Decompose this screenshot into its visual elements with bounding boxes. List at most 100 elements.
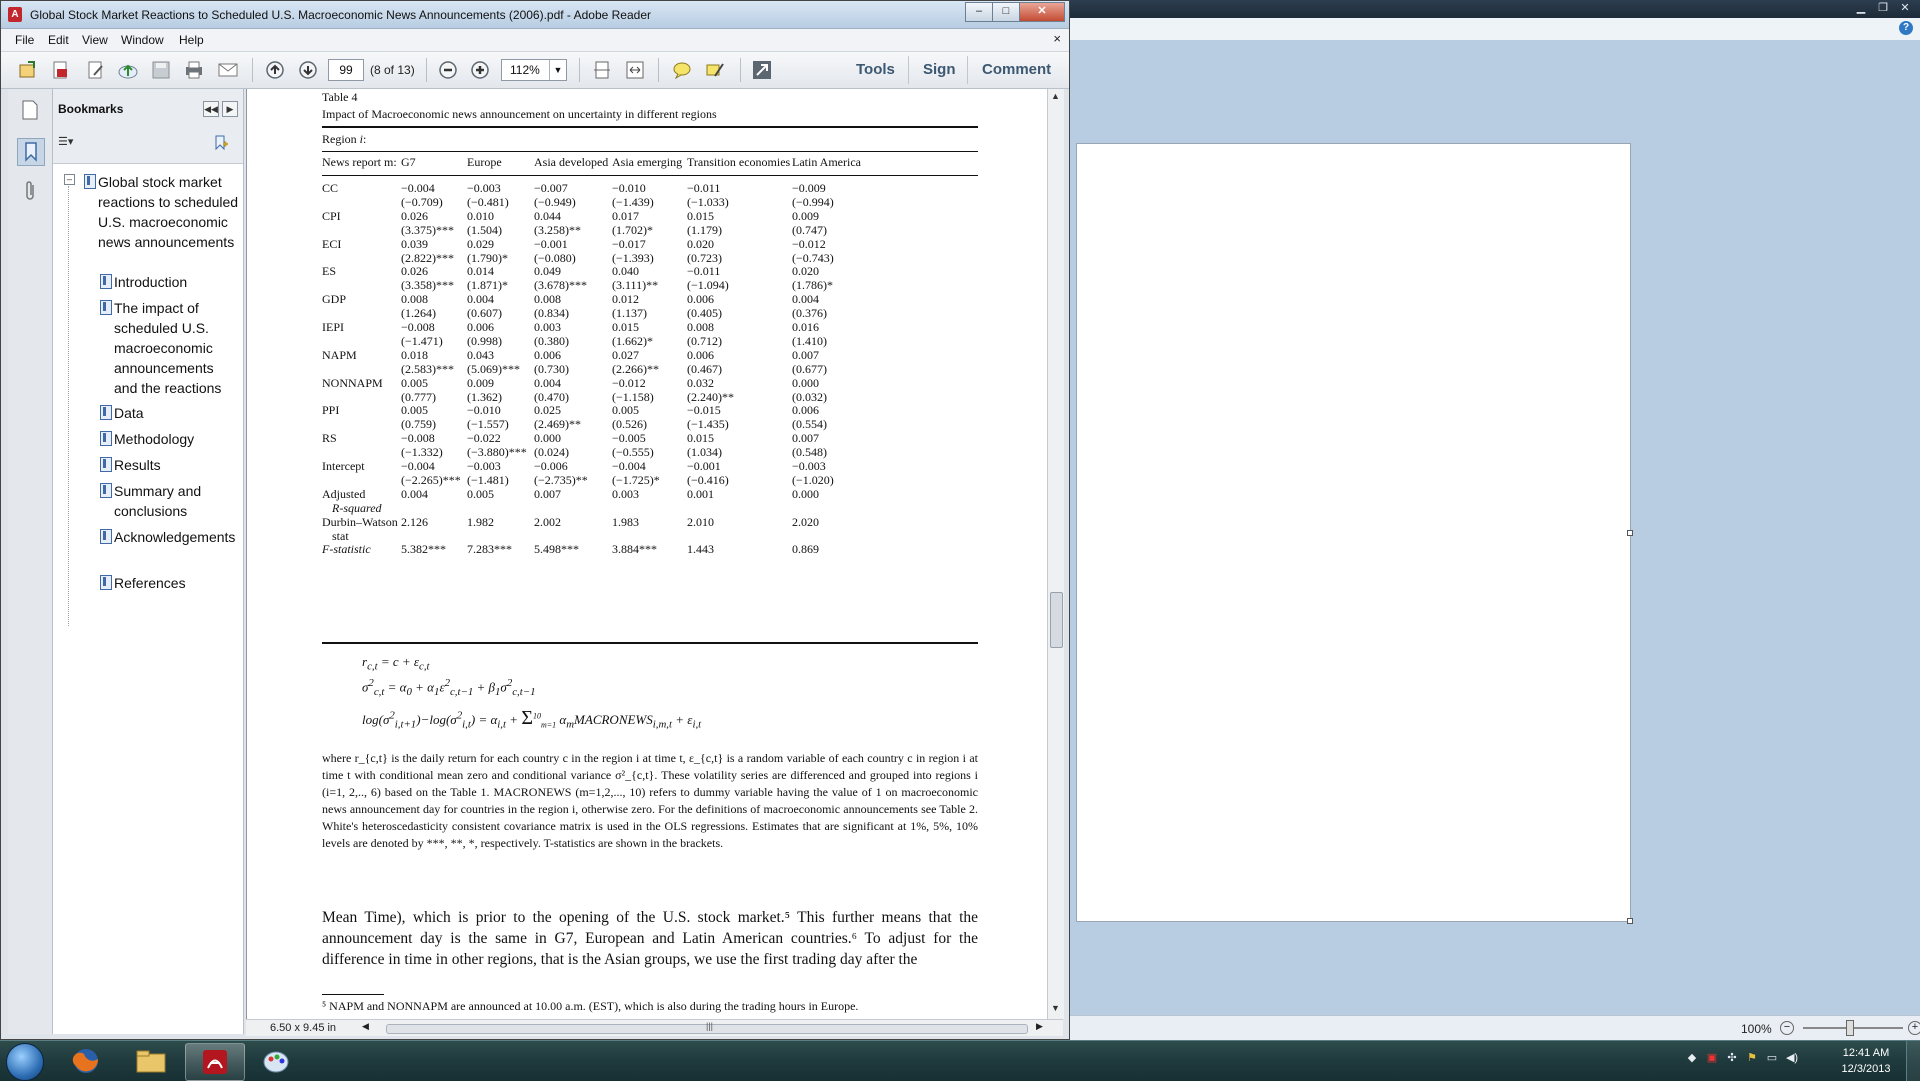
minimize-button[interactable]: – bbox=[965, 2, 993, 22]
table-cell-coefficient: 0.006 bbox=[792, 403, 819, 418]
tree-collapse-toggle[interactable]: – bbox=[64, 174, 75, 185]
vertical-scrollbar[interactable]: ▲ ▼ bbox=[1047, 89, 1064, 1019]
zoom-out-icon[interactable] bbox=[437, 59, 459, 81]
new-bookmark-icon[interactable] bbox=[213, 135, 231, 153]
open-file-icon[interactable] bbox=[17, 59, 39, 81]
table-row-label: ECI bbox=[322, 236, 342, 251]
zoom-in-icon[interactable]: + bbox=[1908, 1021, 1920, 1035]
previous-page-icon[interactable] bbox=[264, 59, 286, 81]
background-window[interactable]: ▁ ❐ ✕ ? 100% − + bbox=[1067, 0, 1920, 1041]
sign-link[interactable]: Sign bbox=[923, 61, 956, 78]
fit-page-icon[interactable] bbox=[591, 59, 613, 81]
table-column-header: Latin America bbox=[792, 155, 861, 169]
table-cell-tstat: (−1.471) bbox=[401, 334, 443, 348]
zoom-out-icon[interactable]: − bbox=[1780, 1021, 1794, 1035]
document-view[interactable]: Table 4 Impact of Macroeconomic news ann… bbox=[246, 89, 1047, 1019]
tray-app-icon[interactable]: ◆ bbox=[1685, 1051, 1699, 1065]
menu-help[interactable]: Help bbox=[179, 33, 204, 47]
tray-flag-icon[interactable]: ⚑ bbox=[1745, 1051, 1759, 1065]
email-icon[interactable] bbox=[217, 59, 239, 81]
attachments-icon[interactable] bbox=[17, 178, 43, 204]
table-cell-value: 2.010 bbox=[687, 514, 714, 529]
table-cell-coefficient: 0.026 bbox=[401, 208, 428, 223]
zoom-in-icon[interactable] bbox=[469, 59, 491, 81]
table-cell-value: 0.000 bbox=[792, 486, 819, 501]
bookmarks-tree: – Global stock market reactions to sched… bbox=[53, 163, 243, 1034]
print-icon[interactable] bbox=[183, 59, 205, 81]
tray-network-icon[interactable]: ▭ bbox=[1765, 1051, 1779, 1065]
table-row-label: NAPM bbox=[322, 347, 357, 362]
scroll-right-icon[interactable]: ▶ bbox=[1036, 1021, 1043, 1032]
titlebar[interactable]: A Global Stock Market Reactions to Sched… bbox=[1, 1, 1069, 29]
resize-handle[interactable] bbox=[1627, 918, 1633, 924]
scroll-left-icon[interactable]: ◀ bbox=[362, 1021, 369, 1032]
maximize-button[interactable]: □ bbox=[992, 2, 1020, 22]
table-cell-tstat: (3.258)** bbox=[534, 222, 581, 237]
maximize-icon[interactable]: ❐ bbox=[1873, 1, 1893, 15]
scroll-up-icon[interactable]: ▲ bbox=[1051, 91, 1060, 101]
page-number-input[interactable]: 99 bbox=[328, 59, 364, 81]
comment-link[interactable]: Comment bbox=[982, 61, 1051, 78]
table-cell-coefficient: −0.007 bbox=[534, 181, 568, 195]
blank-page bbox=[1076, 143, 1631, 922]
tools-link[interactable]: Tools bbox=[856, 61, 895, 78]
tray-volume-icon[interactable]: ◀) bbox=[1785, 1051, 1799, 1065]
next-page-icon[interactable] bbox=[297, 59, 319, 81]
bookmark-options-icon[interactable]: ☰▾ bbox=[58, 135, 84, 153]
start-button[interactable] bbox=[6, 1043, 44, 1081]
zoom-slider-thumb[interactable] bbox=[1846, 1020, 1854, 1036]
table-cell-coefficient: 0.020 bbox=[792, 264, 819, 279]
minimize-icon[interactable]: ▁ bbox=[1851, 1, 1871, 15]
edit-pdf-icon[interactable] bbox=[85, 59, 107, 81]
menu-window[interactable]: Window bbox=[121, 33, 164, 47]
tray-adobe-icon[interactable]: ▣ bbox=[1705, 1051, 1719, 1065]
toolbar-separator bbox=[658, 58, 659, 82]
background-window-toolbar: ? bbox=[1068, 18, 1920, 41]
table-cell-tstat: (0.526) bbox=[612, 417, 647, 432]
navigation-pane bbox=[8, 89, 53, 1034]
adobe-reader-window[interactable]: A Global Stock Market Reactions to Sched… bbox=[0, 0, 1070, 1040]
tray-tool-icon[interactable]: ✣ bbox=[1725, 1051, 1739, 1065]
background-window-titlebar[interactable]: ▁ ❐ ✕ bbox=[1068, 0, 1920, 18]
table-cell-tstat: (−1.557) bbox=[467, 417, 509, 432]
zoom-select[interactable]: 112% ▼ bbox=[501, 59, 567, 81]
zoom-level: 100% bbox=[1741, 1022, 1772, 1036]
close-document-button[interactable]: × bbox=[1053, 31, 1061, 46]
horizontal-scrollbar[interactable]: 6.50 x 9.45 in ◀ ||| ▶ bbox=[246, 1019, 1063, 1036]
chevron-down-icon[interactable]: ▼ bbox=[549, 60, 566, 80]
table-cell-tstat: (0.024) bbox=[534, 445, 569, 460]
collapse-panel-icon[interactable]: ◀◀ bbox=[203, 101, 219, 117]
save-icon[interactable] bbox=[150, 59, 172, 81]
create-pdf-icon[interactable] bbox=[50, 59, 72, 81]
table-cell-coefficient: 0.004 bbox=[534, 375, 561, 390]
fit-width-icon[interactable] bbox=[624, 59, 646, 81]
expand-panel-icon[interactable]: ▶ bbox=[222, 101, 238, 117]
close-button[interactable]: ✕ bbox=[1019, 2, 1065, 22]
menu-view[interactable]: View bbox=[82, 33, 108, 47]
show-desktop-button[interactable] bbox=[1906, 1041, 1920, 1081]
paint-taskbar-icon[interactable] bbox=[247, 1043, 305, 1079]
page-thumbnails-icon[interactable] bbox=[17, 97, 43, 123]
upload-cloud-icon[interactable] bbox=[117, 59, 139, 81]
vertical-scroll-thumb[interactable] bbox=[1050, 592, 1063, 648]
sticky-note-icon[interactable] bbox=[671, 59, 693, 81]
menu-file[interactable]: File bbox=[15, 33, 34, 47]
firefox-taskbar-icon[interactable] bbox=[57, 1043, 115, 1079]
table-rule-bottom bbox=[322, 642, 978, 644]
help-icon[interactable]: ? bbox=[1899, 21, 1913, 35]
table-cell-tstat: (−1.725)* bbox=[612, 473, 660, 487]
table-row-label: RS bbox=[322, 431, 337, 446]
adobe-reader-taskbar-icon[interactable] bbox=[185, 1043, 245, 1081]
bookmarks-icon[interactable] bbox=[17, 138, 45, 166]
highlight-icon[interactable] bbox=[704, 59, 726, 81]
menu-edit[interactable]: Edit bbox=[48, 33, 69, 47]
table-cell-tstat: (−1.158) bbox=[612, 389, 654, 404]
close-icon[interactable]: ✕ bbox=[1895, 1, 1915, 15]
table-caption: Impact of Macroeconomic news announcemen… bbox=[322, 107, 717, 121]
scroll-down-icon[interactable]: ▼ bbox=[1051, 1003, 1060, 1013]
system-clock[interactable]: 12:41 AM 12/3/2013 bbox=[1836, 1045, 1896, 1077]
expand-icon[interactable] bbox=[751, 59, 773, 81]
resize-handle[interactable] bbox=[1627, 530, 1633, 536]
file-explorer-taskbar-icon[interactable] bbox=[122, 1043, 180, 1079]
table-cell-coefficient: −0.001 bbox=[534, 236, 568, 251]
